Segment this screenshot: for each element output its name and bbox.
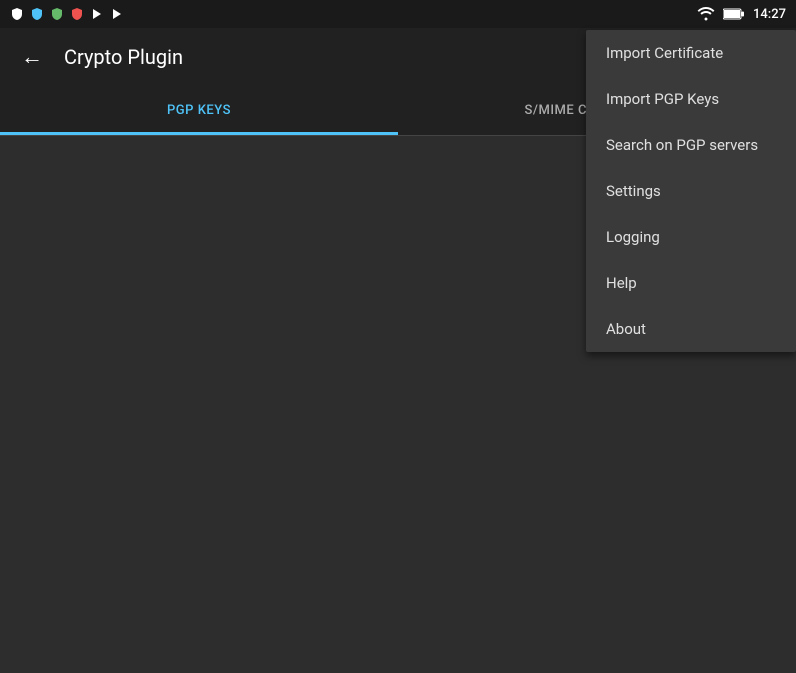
menu-item-settings[interactable]: Settings <box>586 168 796 214</box>
status-bar-left-icons <box>10 7 124 21</box>
wifi-icon <box>697 7 715 21</box>
dropdown-menu: Import Certificate Import PGP Keys Searc… <box>586 30 796 352</box>
battery-icon <box>723 8 745 20</box>
shield-icon-4 <box>70 7 84 21</box>
shield-icon-3 <box>50 7 64 21</box>
status-bar-right-icons: 14:27 <box>697 7 786 22</box>
menu-item-import-pgp-keys[interactable]: Import PGP Keys <box>586 76 796 122</box>
status-bar: 14:27 <box>0 0 796 28</box>
play-icon-2 <box>110 7 124 21</box>
menu-item-logging[interactable]: Logging <box>586 214 796 260</box>
menu-item-search-pgp-servers[interactable]: Search on PGP servers <box>586 122 796 168</box>
menu-item-about[interactable]: About <box>586 306 796 352</box>
menu-item-help[interactable]: Help <box>586 260 796 306</box>
menu-item-import-certificate[interactable]: Import Certificate <box>586 30 796 76</box>
shield-icon-1 <box>10 7 24 21</box>
back-button[interactable]: ← <box>16 41 48 73</box>
play-icon-1 <box>90 7 104 21</box>
shield-icon-2 <box>30 7 44 21</box>
tab-pgp-keys[interactable]: PGP KEYS <box>0 86 398 135</box>
status-time: 14:27 <box>753 7 786 22</box>
